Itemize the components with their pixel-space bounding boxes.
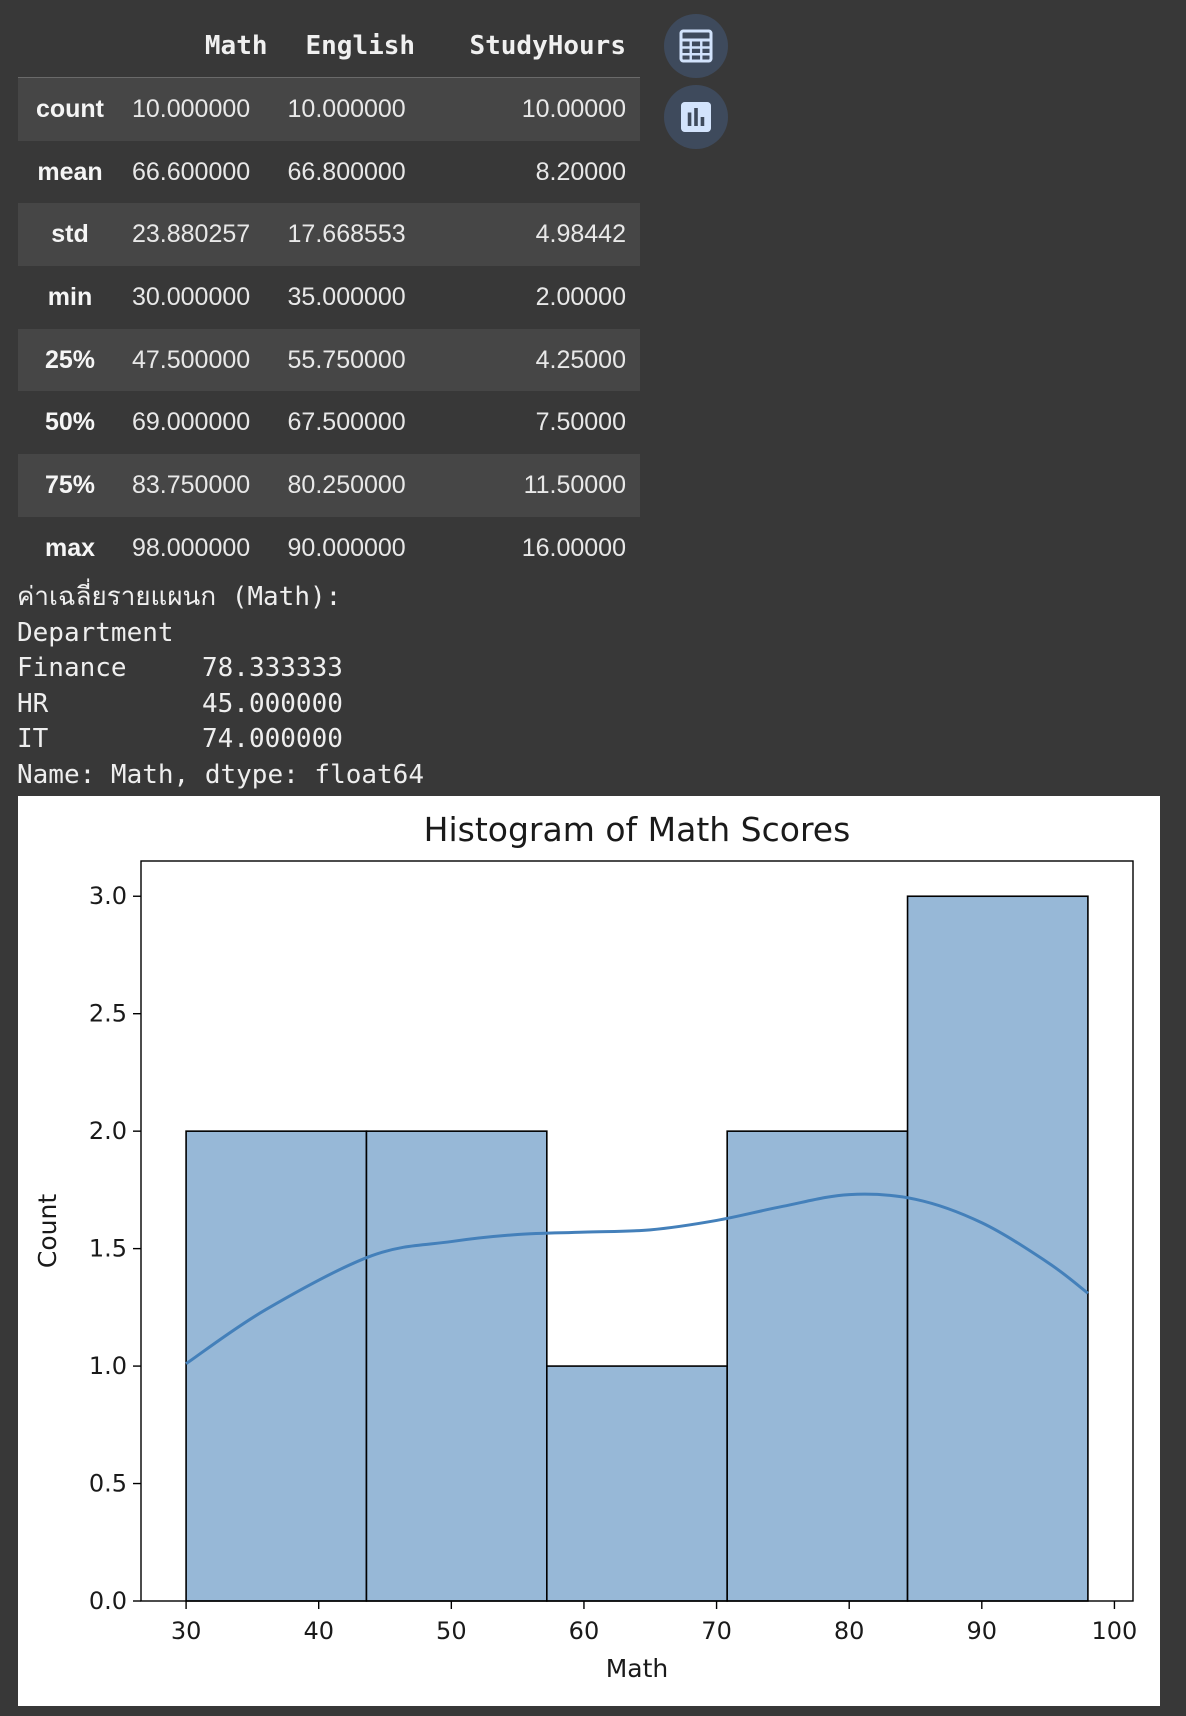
table-cell: 4.98442 (535, 220, 626, 249)
stdout-heading: ค่าเฉลี่ยรายแผนก (Math): (17, 582, 342, 612)
chart-title: Histogram of Math Scores (424, 810, 851, 849)
describe-table: Math English StudyHours count 10.000000 … (18, 15, 640, 580)
column-header: English (277, 15, 434, 78)
series-row-value: 74.000000 (202, 724, 343, 755)
series-row: IT 74.000000 (17, 722, 424, 758)
row-label: count (35, 94, 105, 123)
table-row: std 23.880257 17.668553 4.98442 (18, 203, 640, 267)
table-row: 50% 69.000000 67.500000 7.50000 (18, 391, 640, 455)
stdout-output: ค่าเฉลี่ยรายแผนก (Math): Department Fina… (17, 580, 424, 794)
table-cell: 23.880257 (132, 220, 251, 249)
series-index-name: Department (17, 617, 174, 648)
interactive-table-button[interactable] (664, 14, 728, 78)
series-row: HR 45.000000 (17, 687, 424, 723)
table-row: min 30.000000 35.000000 2.00000 (18, 266, 640, 329)
histogram-figure: 30 40 50 60 70 80 90 100 0.0 0.5 1.0 1.5 2.0 2.5 3.0 … (18, 796, 1160, 1706)
table-cell: 55.750000 (287, 345, 406, 374)
y-tick-label: 1.5 (89, 1235, 127, 1263)
histogram-chart: 30 40 50 60 70 80 90 100 0.00.51.01.52.02.53.0 … (33, 810, 1138, 1683)
row-label: std (51, 220, 89, 249)
x-tick-label: 90 (967, 1617, 998, 1645)
x-tick-label: 70 (701, 1617, 732, 1645)
table-row: 75% 83.750000 80.250000 11.50000 (18, 454, 640, 517)
y-tick-label: 2.0 (89, 1117, 127, 1145)
row-label: min (47, 282, 93, 311)
histogram-bar (365, 1130, 548, 1602)
bar-chart-icon (681, 102, 711, 132)
x-tick-label: 80 (834, 1617, 865, 1645)
series-row-value: 78.333333 (202, 653, 343, 684)
table-cell: 80.250000 (287, 470, 406, 499)
row-label: 25% (44, 345, 96, 374)
table-row: mean 66.600000 66.800000 8.20000 (18, 140, 640, 204)
table-row: 25% 47.500000 55.750000 4.25000 (18, 328, 640, 392)
histogram-bar (726, 1130, 909, 1602)
x-axis-label: Math (606, 1654, 669, 1683)
histogram-bar (546, 1365, 728, 1602)
y-tick-label: 1.0 (89, 1352, 127, 1380)
histogram-bar (185, 1130, 368, 1602)
x-tick-label: 40 (303, 1617, 334, 1645)
table-cell: 11.50000 (523, 470, 626, 499)
y-tick-label: 2.5 (89, 1000, 127, 1028)
table-cell: 83.750000 (132, 470, 251, 499)
table-cell: 69.000000 (132, 408, 251, 437)
series-row-value: 45.000000 (202, 688, 343, 719)
table-cell: 35.000000 (287, 282, 406, 311)
table-cell: 10.000000 (287, 94, 406, 123)
table-header-row: Math English StudyHours (18, 15, 640, 78)
table-cell: 7.50000 (535, 408, 626, 437)
y-tick-label: 0.5 (89, 1470, 127, 1498)
y-tick-label: 3.0 (89, 882, 127, 910)
series-row-name: HR (17, 688, 49, 719)
series-row-name: Finance (17, 653, 127, 684)
table-cell: 98.000000 (132, 533, 251, 562)
series-row: Finance 78.333333 (17, 651, 424, 687)
x-tick-label: 100 (1092, 1617, 1138, 1645)
index-header (18, 15, 122, 78)
table-cell: 47.500000 (132, 345, 251, 374)
table-cell: 2.00000 (535, 282, 626, 311)
row-label: max (44, 533, 96, 562)
y-axis-label: Count (33, 1194, 62, 1268)
column-header: Math (122, 15, 278, 78)
table-cell: 8.20000 (535, 157, 626, 186)
table-cell: 30.000000 (132, 282, 251, 311)
y-tick-label: 0.0 (89, 1587, 127, 1615)
table-cell: 17.668553 (287, 220, 406, 249)
table-cell: 10.000000 (132, 94, 251, 123)
table-cell: 66.600000 (132, 157, 251, 186)
table-row: count 10.000000 10.000000 10.00000 (18, 77, 640, 141)
table-cell: 90.000000 (287, 533, 406, 562)
column-header: StudyHours (433, 15, 640, 78)
suggest-chart-button[interactable] (664, 85, 728, 149)
table-cell: 4.25000 (535, 345, 626, 374)
table-cell: 16.00000 (521, 533, 626, 562)
table-cell: 67.500000 (287, 408, 406, 437)
row-label: 50% (44, 408, 96, 437)
row-label: 75% (44, 470, 96, 499)
x-tick-label: 50 (436, 1617, 467, 1645)
table-cell: 66.800000 (287, 157, 406, 186)
row-label: mean (37, 157, 103, 186)
table-row: max 98.000000 90.000000 16.00000 (18, 516, 640, 580)
x-tick-label: 30 (171, 1617, 202, 1645)
table-icon (679, 29, 713, 63)
histogram-bar (906, 895, 1089, 1602)
x-tick-label: 60 (569, 1617, 600, 1645)
table-cell: 10.00000 (521, 94, 626, 123)
series-footer: Name: Math, dtype: float64 (17, 759, 424, 790)
series-row-name: IT (17, 724, 49, 755)
